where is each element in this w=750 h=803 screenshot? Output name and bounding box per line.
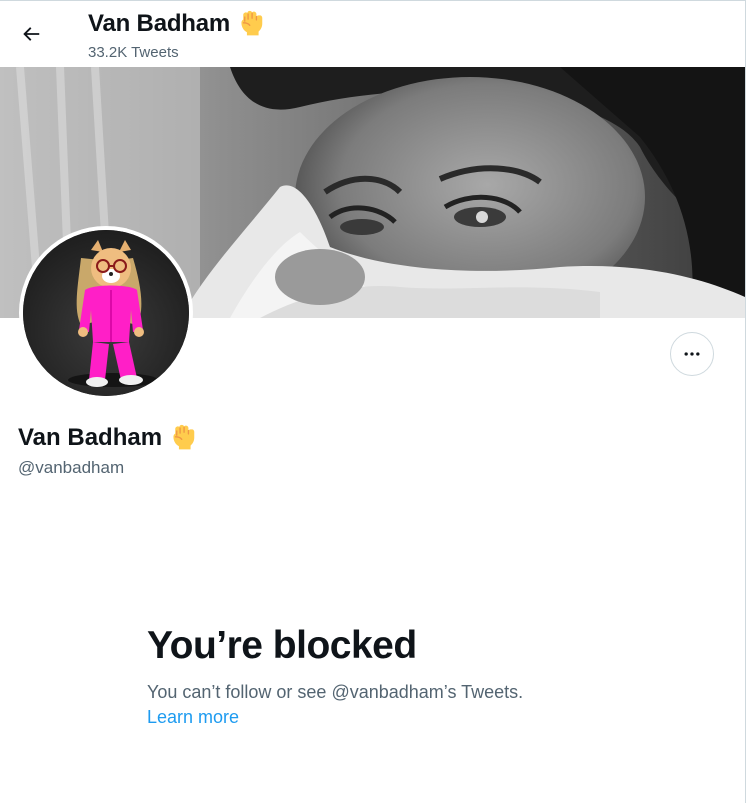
profile-avatar[interactable] (19, 226, 193, 400)
more-options-button[interactable] (670, 332, 714, 376)
profile-handle: @vanbadham (18, 458, 125, 477)
more-horizontal-icon (684, 352, 700, 356)
arrow-left-icon (23, 27, 40, 41)
profile-page: Van Badham 33.2K Tweets Van Badham @vanb… (0, 0, 746, 803)
header-name: Van Badham (88, 10, 231, 37)
raised-fist-icon (236, 7, 266, 42)
avatar-image (23, 230, 189, 396)
learn-more-link[interactable]: Learn more (147, 707, 239, 728)
tweet-count: 33.2K Tweets (88, 44, 179, 61)
raised-fist-icon (168, 421, 198, 456)
back-button[interactable] (12, 15, 50, 53)
profile-name: Van Badham (18, 424, 163, 451)
blocked-message: You can’t follow or see @vanbadham’s Twe… (147, 682, 524, 702)
profile-name-row: Van Badham (18, 421, 198, 455)
blocked-title: You’re blocked (147, 624, 417, 667)
window-edge (746, 0, 750, 803)
header-title-row: Van Badham (88, 7, 266, 41)
profile-header: Van Badham 33.2K Tweets (0, 1, 745, 67)
